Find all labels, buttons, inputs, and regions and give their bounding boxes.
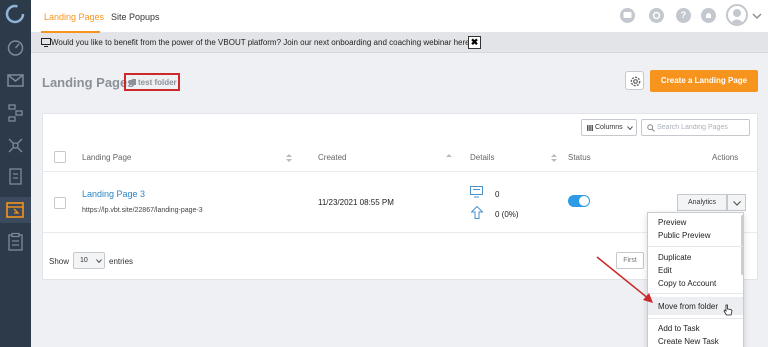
menu-item-add-to-task[interactable]: Add to Task — [658, 324, 700, 333]
notice-text[interactable]: Would you like to benefit from the power… — [51, 38, 479, 47]
network-icon[interactable] — [6, 136, 25, 155]
scrollbar[interactable] — [741, 215, 744, 275]
chat-icon[interactable] — [620, 8, 635, 23]
upload-arrow-icon — [471, 206, 483, 219]
sort-icon[interactable] — [446, 154, 452, 162]
columns-button[interactable]: Columns — [581, 119, 637, 136]
menu-item-move-from-folder[interactable]: Move from folder — [658, 302, 718, 311]
header-created[interactable]: Created — [318, 153, 346, 162]
header-details: Details — [470, 153, 495, 162]
search-input[interactable] — [657, 122, 747, 133]
monitor-icon — [41, 38, 51, 47]
header-actions: Actions — [712, 153, 739, 162]
vbout-logo-icon[interactable] — [4, 3, 26, 25]
sort-icon[interactable] — [286, 154, 292, 162]
search-box[interactable] — [641, 119, 750, 136]
select-all-checkbox[interactable] — [54, 151, 66, 163]
menu-item-edit[interactable]: Edit — [658, 266, 672, 275]
show-label: Show — [49, 257, 70, 266]
views-count: 0 — [495, 190, 500, 199]
analytics-button[interactable]: Analytics — [677, 194, 727, 211]
landing-page-url: https://lp.vbt.site/22867/landing-page-3 — [82, 207, 203, 214]
menu-divider — [648, 246, 743, 247]
header-status: Status — [568, 153, 591, 162]
tab-landing-pages[interactable]: Landing Pages — [44, 12, 104, 22]
header-landing-page[interactable]: Landing Page — [82, 153, 131, 162]
notes-icon[interactable] — [649, 8, 664, 23]
menu-divider — [648, 293, 743, 294]
actions-dropdown-menu: Preview Public Preview Duplicate Edit Co… — [647, 212, 744, 347]
webinar-notice: Would you like to benefit from the power… — [31, 33, 768, 53]
menu-item-create-new-task[interactable]: Create New Task — [658, 337, 719, 346]
columns-label: Columns — [595, 124, 623, 131]
bell-icon[interactable] — [701, 8, 716, 23]
tab-site-popups[interactable]: Site Popups — [111, 12, 160, 22]
toggle-knob — [579, 196, 589, 206]
columns-icon — [587, 125, 593, 131]
workflow-icon[interactable] — [6, 103, 25, 122]
chevron-down-icon[interactable] — [752, 12, 762, 20]
folder-breadcrumb[interactable]: test folder — [124, 73, 180, 91]
actions-dropdown-toggle[interactable] — [727, 194, 746, 211]
settings-button[interactable] — [625, 71, 644, 90]
menu-item-preview[interactable]: Preview — [658, 218, 686, 227]
entries-label: entries — [109, 257, 134, 266]
hand-cursor-icon — [723, 304, 733, 316]
conversions-count: 0 (0%) — [495, 210, 519, 219]
divider — [43, 171, 757, 172]
sort-icon[interactable] — [551, 154, 557, 162]
views-icon — [470, 186, 483, 198]
folder-name: test folder — [138, 78, 177, 87]
menu-item-copy-to-account[interactable]: Copy to Account — [658, 279, 716, 288]
status-toggle[interactable] — [568, 195, 590, 207]
avatar[interactable] — [726, 4, 748, 26]
sidebar — [0, 0, 31, 347]
create-landing-page-button[interactable]: Create a Landing Page — [650, 70, 758, 92]
menu-item-duplicate[interactable]: Duplicate — [658, 253, 691, 262]
entries-per-page-select[interactable]: 10 — [73, 252, 105, 269]
landing-page-name-link[interactable]: Landing Page 3 — [82, 189, 145, 199]
chevron-down-icon — [733, 201, 741, 206]
top-nav: Landing Pages Site Popups ? — [31, 0, 768, 33]
document-icon[interactable] — [6, 167, 25, 186]
landing-pages-icon[interactable] — [4, 199, 26, 221]
folder-icon — [129, 79, 136, 85]
gear-icon — [630, 76, 641, 87]
created-date: 11/23/2021 08:55 PM — [318, 198, 394, 207]
page-title: Landing Pages — [42, 75, 135, 90]
email-icon[interactable] — [6, 71, 25, 90]
entries-value: 10 — [80, 257, 88, 264]
row-checkbox[interactable] — [54, 197, 66, 209]
help-icon[interactable]: ? — [676, 8, 691, 23]
dashboard-icon[interactable] — [6, 38, 25, 57]
annotation-arrow-icon — [596, 256, 653, 303]
chevron-down-icon — [627, 126, 633, 130]
menu-divider — [648, 318, 743, 319]
close-notice-button[interactable]: ✖ — [468, 36, 481, 49]
search-icon — [647, 124, 655, 132]
clipboard-icon[interactable] — [6, 232, 25, 251]
chevron-down-icon — [96, 259, 102, 263]
menu-item-public-preview[interactable]: Public Preview — [658, 231, 710, 240]
